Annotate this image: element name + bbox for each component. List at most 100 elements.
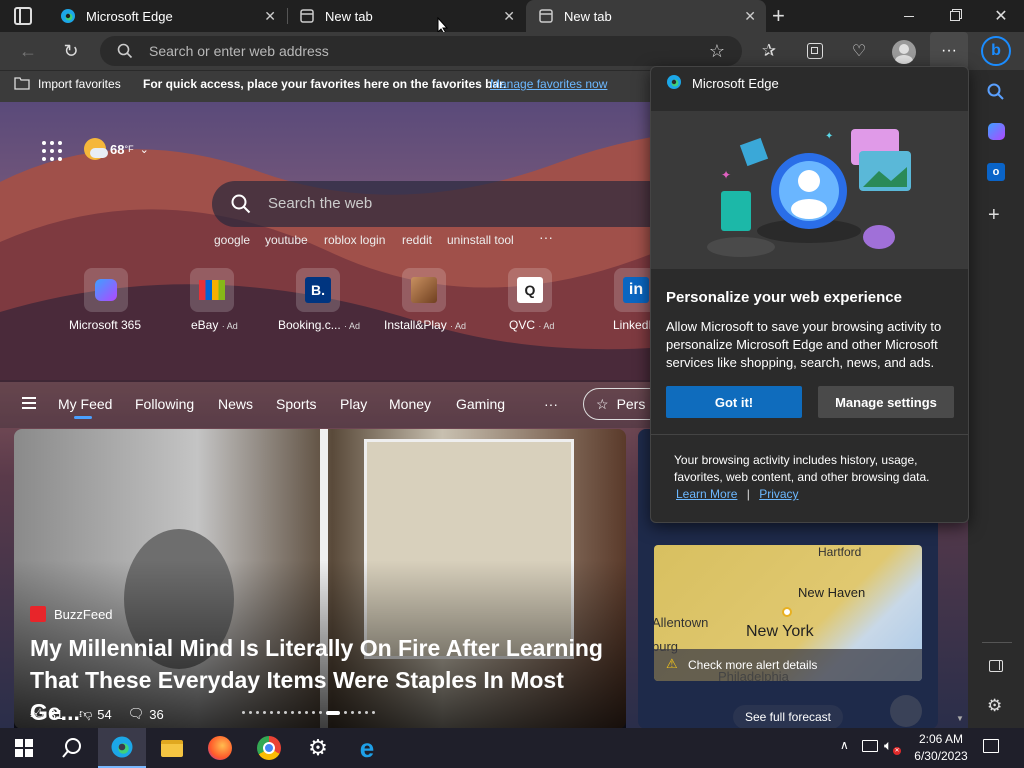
taskbar-internet-explorer[interactable]: e xyxy=(343,728,391,768)
quick-link-google[interactable]: google xyxy=(214,233,250,247)
refresh-icon[interactable]: ↻ xyxy=(60,40,82,62)
comment-icon[interactable]: 🗨︎ xyxy=(128,706,145,722)
bing-copilot-icon[interactable]: b xyxy=(981,36,1011,66)
apps-launcher-icon[interactable] xyxy=(42,141,62,161)
map-label: Allentown xyxy=(654,615,709,630)
tile-install-play[interactable] xyxy=(402,268,446,312)
nav-gaming[interactable]: Gaming xyxy=(456,396,505,412)
learn-more-link[interactable]: Learn More xyxy=(676,487,737,501)
start-button[interactable] xyxy=(0,728,48,768)
close-window-button[interactable]: ✕ xyxy=(978,0,1024,32)
taskbar-edge[interactable] xyxy=(98,728,146,768)
settings-gear-icon: ⚙ xyxy=(308,735,328,760)
taskbar-chrome[interactable] xyxy=(245,728,293,768)
notification-center-icon[interactable] xyxy=(983,739,999,753)
tile-qvc[interactable]: Q xyxy=(508,268,552,312)
close-tab-icon[interactable]: ✕ xyxy=(264,8,276,24)
map-label: New Haven xyxy=(798,585,866,600)
manage-settings-button[interactable]: Manage settings xyxy=(818,386,954,418)
clock-time: 2:06 AM xyxy=(918,732,964,746)
show-hidden-icons-button[interactable]: ∧ xyxy=(840,738,849,752)
new-tab-button[interactable]: + xyxy=(772,3,785,29)
address-placeholder[interactable]: Search or enter web address xyxy=(149,43,329,59)
nav-my-feed[interactable]: My Feed xyxy=(58,396,112,412)
outlook-icon[interactable]: o xyxy=(987,163,1005,181)
tile-booking[interactable]: B. xyxy=(296,268,340,312)
taskbar-firefox[interactable] xyxy=(196,728,244,768)
clock-date: 6/30/2023 xyxy=(914,749,968,763)
tile-label: Booking.c... · Ad xyxy=(278,318,361,332)
browser-window: Microsoft Edge ✕ New tab ✕ New tab ✕ + ✕… xyxy=(0,0,1024,768)
minimize-button[interactable] xyxy=(886,0,932,32)
import-favorites-button[interactable]: Import favorites xyxy=(38,77,121,91)
sidebar-divider xyxy=(982,642,1012,643)
quick-link-uninstall[interactable]: uninstall tool xyxy=(447,233,514,247)
alert-details-link[interactable]: Check more alert details xyxy=(688,658,817,672)
close-tab-icon[interactable]: ✕ xyxy=(503,8,515,24)
network-icon[interactable] xyxy=(862,740,878,752)
back-arrow-icon[interactable]: ← xyxy=(17,40,39,62)
hamburger-menu-icon[interactable] xyxy=(22,397,36,409)
add-favorite-star-icon[interactable]: ☆ xyxy=(706,40,728,62)
nav-play[interactable]: Play xyxy=(340,396,367,412)
nav-more-button[interactable]: ··· xyxy=(544,396,558,412)
tile-microsoft-365[interactable] xyxy=(84,268,128,312)
add-sidebar-app-icon[interactable]: + xyxy=(988,204,1000,227)
new-tab-page-icon xyxy=(539,9,553,23)
close-tab-icon[interactable]: ✕ xyxy=(744,8,756,24)
nav-money[interactable]: Money xyxy=(389,396,431,412)
search-icon xyxy=(62,738,81,758)
tab-new-tab-1[interactable]: New tab ✕ xyxy=(287,0,525,32)
folder-icon xyxy=(161,739,183,757)
settings-and-more-button[interactable]: ··· xyxy=(930,32,968,70)
manage-favorites-link[interactable]: Manage favorites now xyxy=(490,77,607,91)
tile-ebay[interactable] xyxy=(190,268,234,312)
thumbs-up-icon[interactable]: 👍︎ xyxy=(30,706,44,722)
feedback-icon[interactable] xyxy=(890,695,922,727)
location-pin-icon xyxy=(782,607,792,617)
copilot-icon[interactable] xyxy=(988,123,1005,140)
nav-following[interactable]: Following xyxy=(135,396,194,412)
quick-link-youtube[interactable]: youtube xyxy=(265,233,308,247)
tab-actions-icon[interactable] xyxy=(14,7,32,25)
privacy-link[interactable]: Privacy xyxy=(759,487,798,501)
sparkle-star-icon: ☆ xyxy=(596,395,609,412)
link-separator: | xyxy=(746,487,750,501)
taskbar-settings[interactable]: ⚙ xyxy=(294,728,342,768)
tab-title: Microsoft Edge xyxy=(86,8,173,24)
favorites-icon[interactable]: ✰ xyxy=(758,40,780,62)
map-label: Hartford xyxy=(818,545,862,559)
taskbar-file-explorer[interactable] xyxy=(148,728,196,768)
sidebar-search-icon[interactable] xyxy=(987,83,1005,101)
hide-sidebar-icon[interactable] xyxy=(989,660,1003,672)
taskbar-clock[interactable]: 2:06 AM 6/30/2023 xyxy=(910,731,972,765)
edge-logo-icon xyxy=(111,736,133,758)
tab-microsoft-edge[interactable]: Microsoft Edge ✕ xyxy=(48,0,286,32)
browser-essentials-icon[interactable]: ♡ xyxy=(848,40,870,62)
see-full-forecast-button[interactable]: See full forecast xyxy=(733,705,843,729)
quick-links-more-button[interactable]: ··· xyxy=(539,229,553,245)
restore-button[interactable] xyxy=(932,0,978,32)
collections-icon[interactable] xyxy=(804,40,826,62)
nav-sports[interactable]: Sports xyxy=(276,396,316,412)
weather-map[interactable]: Hartford New Haven Allentown New York bu… xyxy=(654,545,922,681)
edge-logo-icon xyxy=(61,9,75,23)
volume-muted-icon[interactable]: 🔈︎ xyxy=(884,737,892,754)
taskbar-search-button[interactable] xyxy=(48,728,96,768)
search-icon xyxy=(231,194,251,214)
quick-link-reddit[interactable]: reddit xyxy=(402,233,432,247)
popup-illustration: ✦ ✦ xyxy=(651,111,968,269)
carousel-dots[interactable] xyxy=(242,711,375,715)
quick-link-roblox[interactable]: roblox login xyxy=(324,233,385,247)
nav-news[interactable]: News xyxy=(218,396,253,412)
weather-widget[interactable]: 68 °F ⌄ xyxy=(84,138,149,160)
profile-avatar[interactable] xyxy=(892,40,916,64)
web-search-placeholder[interactable]: Search the web xyxy=(268,195,372,212)
got-it-button[interactable]: Got it! xyxy=(666,386,802,418)
tab-new-tab-2[interactable]: New tab ✕ xyxy=(526,0,766,32)
popup-footer: Your browsing activity includes history,… xyxy=(674,453,930,484)
scroll-down-arrow-icon[interactable]: ▼ xyxy=(956,714,964,723)
sidebar-settings-gear-icon[interactable]: ⚙ xyxy=(987,696,1002,716)
thumbs-down-icon[interactable]: 👎︎ xyxy=(79,706,92,722)
svg-text:✦: ✦ xyxy=(825,131,833,142)
